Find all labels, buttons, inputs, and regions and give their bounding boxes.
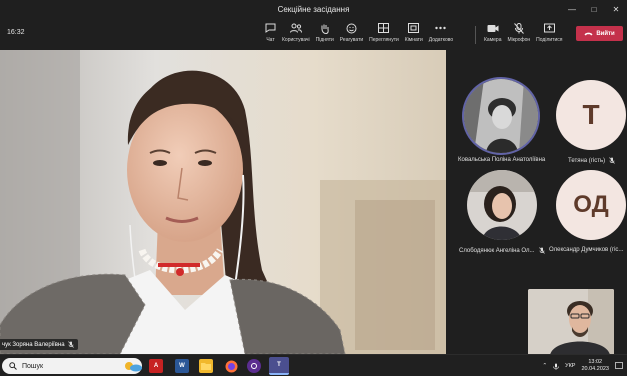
participant-tile[interactable]: Ковальська Поліна Анатоліївна — [446, 50, 546, 170]
more-button[interactable]: Додатково — [426, 21, 456, 49]
main-video-stage: чук Зоряна Валеріївна — [0, 50, 446, 354]
participant-photo — [464, 79, 538, 153]
maximize-icon[interactable]: □ — [583, 0, 605, 18]
share-button[interactable]: Поділитися — [533, 21, 565, 49]
search-placeholder: Пошук — [22, 362, 44, 370]
speaker-name: чук Зоряна Валеріївна — [2, 341, 65, 348]
teams-icon[interactable]: T — [269, 357, 289, 375]
leave-button[interactable]: Вийти — [576, 26, 623, 41]
participant-tile[interactable]: ОД Олександр Думчиков (гіс... — [542, 170, 627, 258]
view-button[interactable]: Переглянути — [366, 21, 402, 49]
camera-button[interactable]: Камера — [481, 21, 504, 49]
camera-icon — [487, 21, 499, 35]
rooms-button[interactable]: Кімнати — [402, 21, 426, 49]
react-icon — [346, 21, 357, 35]
participant-name: Ковальська Поліна Анатоліївна — [458, 157, 546, 163]
window-title: Секційне засідання — [277, 4, 350, 14]
people-button[interactable]: Користувачі — [279, 21, 313, 49]
meeting-toolbar: 16:32 Чат Користувачі Підняти Реагувати … — [0, 18, 627, 50]
windows-taskbar: Пошук A W T ⌃ УКР 13:02 20.04.2023 — [0, 354, 627, 376]
mic-tray-icon[interactable] — [552, 363, 560, 370]
participant-name-row: Слободянюк Ангеліна Ол... — [459, 247, 545, 254]
more-icon — [435, 21, 447, 35]
participant-tile[interactable]: Т Тетяна (гість) — [542, 50, 627, 170]
self-view-video[interactable] — [528, 289, 614, 355]
firefox-icon[interactable] — [224, 359, 238, 373]
rooms-icon — [408, 21, 420, 35]
toolbar-divider — [475, 26, 476, 44]
meeting-timer: 16:32 — [7, 29, 25, 36]
view-icon — [378, 21, 390, 35]
media-controls: Камера Мікрофон Поділитися — [481, 21, 565, 49]
raise-hand-icon — [320, 21, 330, 35]
notification-icon[interactable] — [615, 362, 623, 370]
title-bar: Секційне засідання — □ ✕ — [0, 0, 627, 18]
clock-date: 20.04.2023 — [581, 366, 609, 372]
language-indicator[interactable]: УКР — [565, 363, 575, 369]
participant-photo — [467, 170, 537, 240]
participant-avatar — [467, 170, 537, 240]
participant-tile[interactable]: Слободянюк Ангеліна Ол... — [446, 170, 545, 258]
leave-label: Вийти — [596, 30, 615, 37]
close-icon[interactable]: ✕ — [605, 0, 627, 18]
raise-hand-button[interactable]: Підняти — [313, 21, 337, 49]
search-icon — [9, 362, 17, 370]
mic-muted-icon — [67, 341, 74, 348]
participant-name: Тетяна (гість) — [568, 157, 606, 164]
mic-off-icon — [513, 21, 524, 35]
share-icon — [543, 21, 555, 35]
people-icon — [289, 21, 302, 35]
speaker-name-tag: чук Зоряна Валеріївна — [0, 339, 78, 350]
file-explorer-icon[interactable] — [199, 359, 213, 373]
window-controls: — □ ✕ — [561, 0, 627, 18]
self-view-image — [528, 289, 614, 355]
taskbar-search[interactable]: Пошук — [2, 358, 142, 374]
system-tray: ⌃ УКР 13:02 20.04.2023 — [542, 358, 623, 374]
mic-muted-icon — [609, 157, 615, 164]
weather-widget-icon[interactable] — [122, 359, 144, 373]
participant-name: Слободянюк Ангеліна Ол... — [459, 247, 535, 254]
participant-name: Олександр Думчиков (гіс... — [549, 247, 624, 253]
phone-hangup-icon — [584, 32, 593, 36]
taskbar-clock[interactable]: 13:02 20.04.2023 — [581, 359, 609, 373]
minimize-icon[interactable]: — — [561, 0, 583, 18]
participant-avatar — [462, 77, 540, 155]
react-button[interactable]: Реагувати — [337, 21, 366, 49]
clock-time: 13:02 — [588, 359, 603, 365]
word-icon[interactable]: W — [175, 359, 189, 373]
microphone-button[interactable]: Мікрофон — [504, 21, 533, 49]
tray-overflow-icon[interactable]: ⌃ — [542, 363, 547, 369]
participant-avatar: ОД — [556, 170, 626, 240]
chat-icon — [265, 21, 276, 35]
viber-icon[interactable] — [247, 359, 261, 373]
participant-name-row: Тетяна (гість) — [568, 157, 615, 164]
participant-avatar: Т — [556, 80, 626, 150]
pdf-reader-icon[interactable]: A — [149, 359, 163, 373]
speaker-video — [0, 50, 446, 354]
meeting-actions: Чат Користувачі Підняти Реагувати Перегл… — [262, 21, 456, 49]
chat-button[interactable]: Чат — [262, 21, 279, 49]
